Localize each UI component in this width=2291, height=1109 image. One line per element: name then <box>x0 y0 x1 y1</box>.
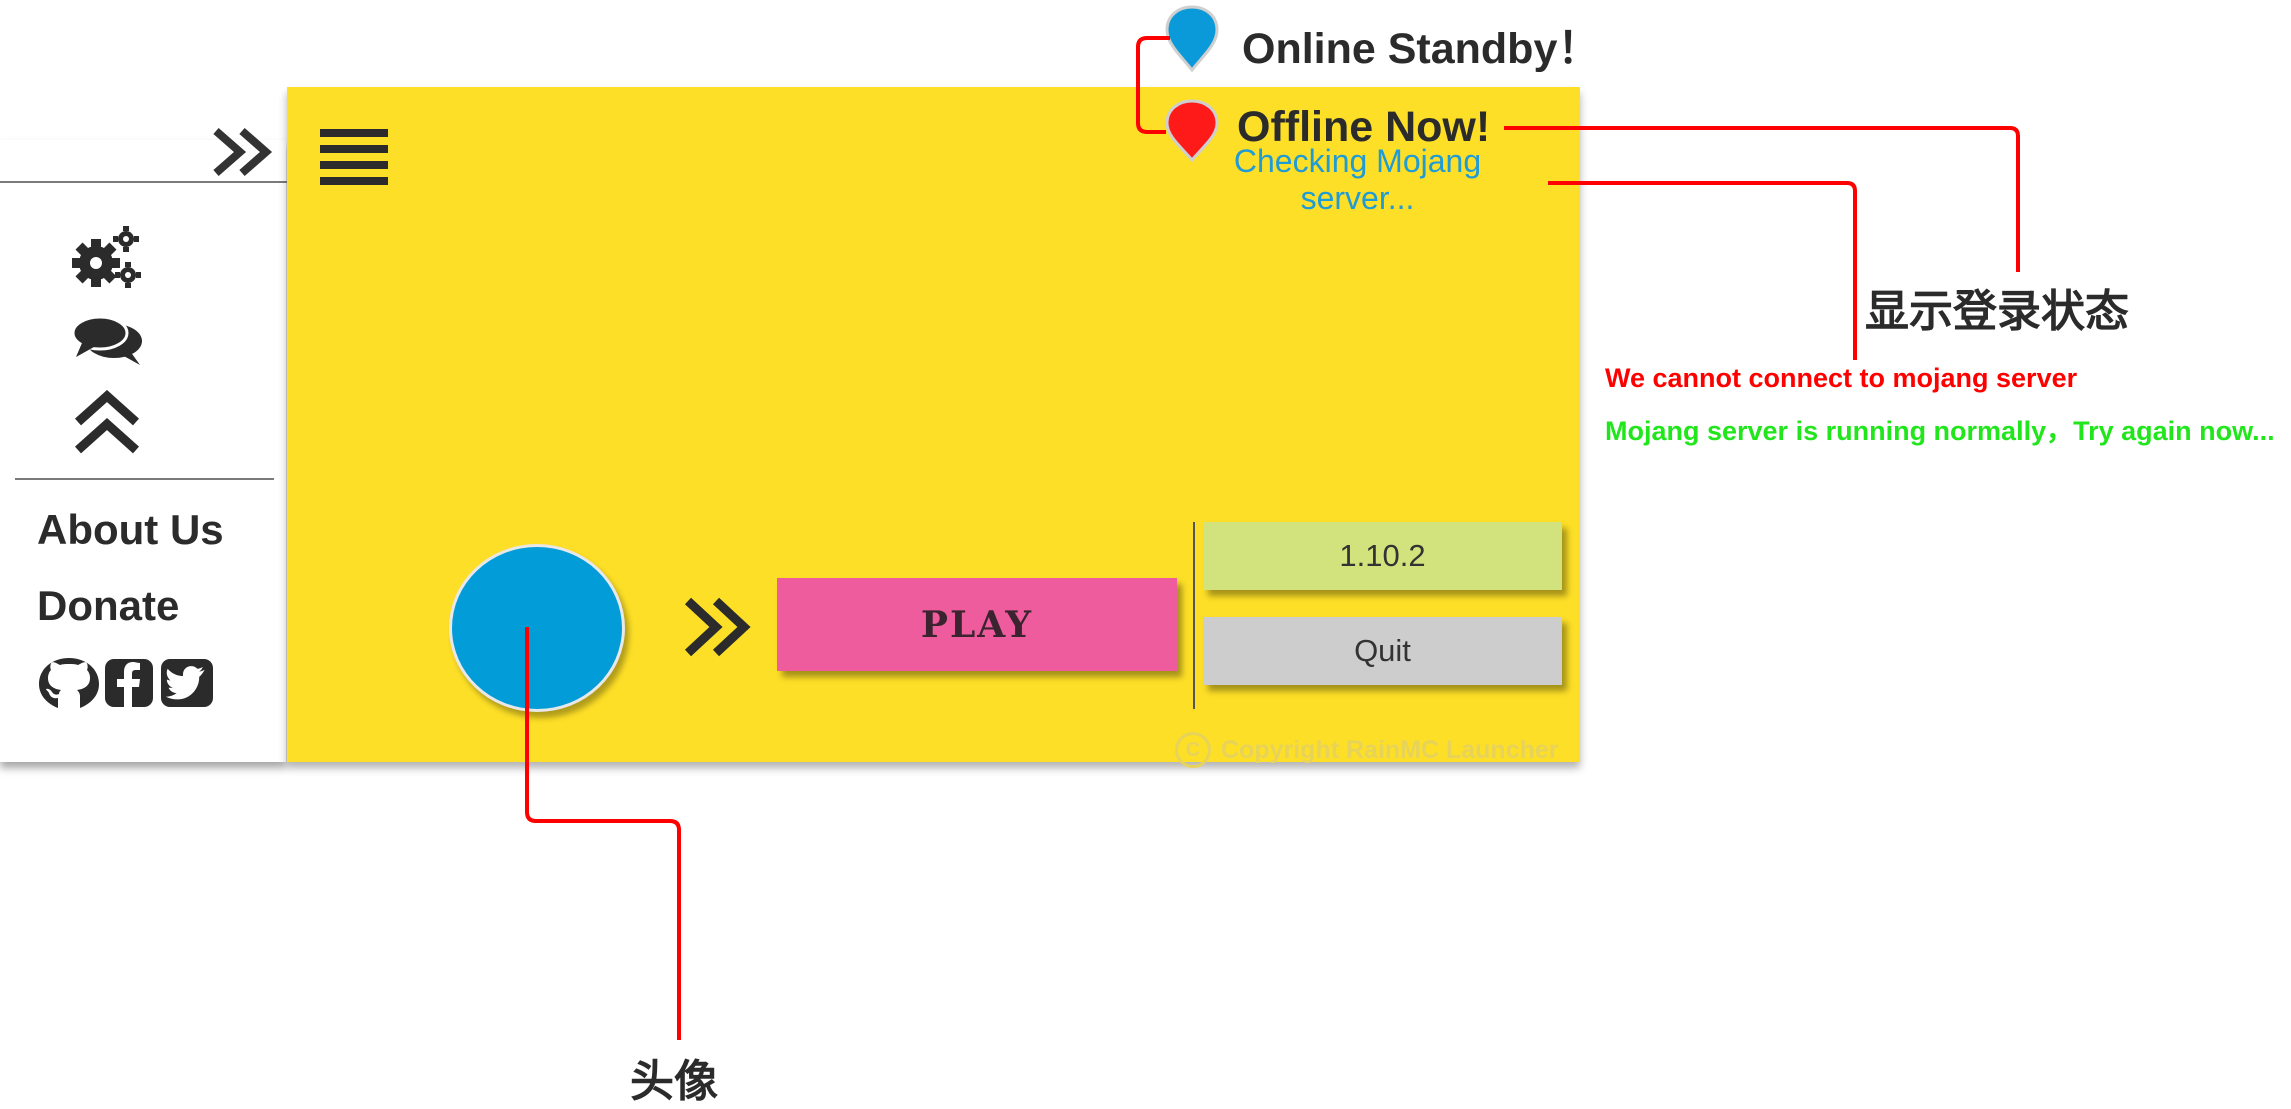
annotation-cannot-connect: We cannot connect to mojang server <box>1605 363 2078 393</box>
annotation-lines <box>525 36 2020 1040</box>
annotation-login-status: 显示登录状态 <box>1865 287 2129 336</box>
annotation-avatar: 头像 <box>630 1057 718 1106</box>
annotation-running-normally: Mojang server is running normally，Try ag… <box>1605 416 2275 446</box>
